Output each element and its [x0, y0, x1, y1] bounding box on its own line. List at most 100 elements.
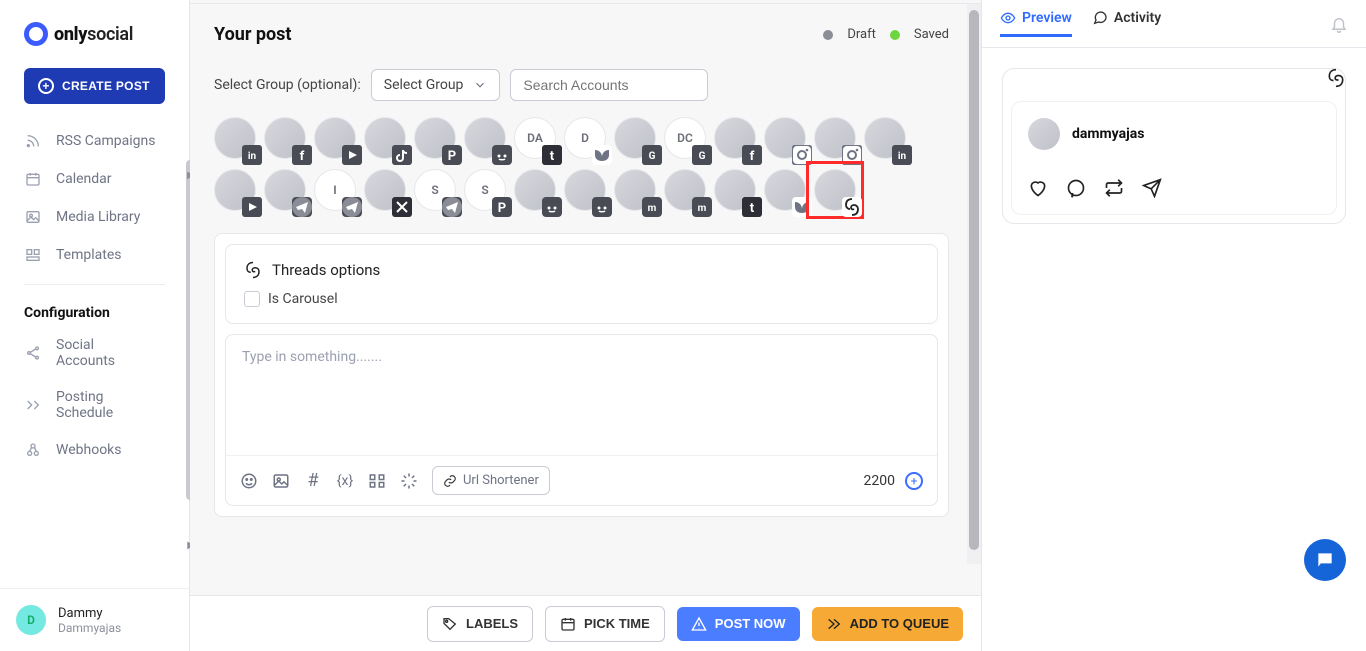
post-now-button[interactable]: POST NOW — [677, 607, 800, 641]
account-avatar[interactable] — [314, 117, 356, 159]
account-avatar[interactable]: S — [414, 169, 456, 211]
in-icon: in — [242, 145, 262, 165]
send-icon[interactable] — [1142, 178, 1162, 198]
account-avatar[interactable]: DCG — [664, 117, 706, 159]
dot-saved-icon — [890, 30, 900, 40]
nav-rss-campaigns[interactable]: RSS Campaigns — [16, 122, 173, 160]
repost-icon[interactable] — [1104, 178, 1124, 198]
svg-text:in: in — [248, 151, 257, 162]
labels-button[interactable]: LABELS — [427, 606, 533, 642]
calendar-small-icon — [560, 616, 576, 632]
brand-logo[interactable]: onlysocial — [0, 0, 189, 64]
account-avatar[interactable]: in — [214, 117, 256, 159]
tb-icon: t — [742, 197, 762, 217]
bell-icon[interactable] — [1330, 15, 1348, 33]
template-icon[interactable] — [368, 472, 386, 490]
nav-templates[interactable]: Templates — [16, 236, 173, 274]
account-avatar[interactable] — [514, 169, 556, 211]
fb-icon: f — [292, 145, 312, 165]
image-icon — [24, 208, 42, 226]
gb-icon: G — [692, 145, 712, 165]
th-icon — [842, 197, 862, 217]
user-profile[interactable]: D Dammy Dammyajas — [0, 588, 189, 651]
post-textarea[interactable]: Type in something....... — [226, 335, 937, 455]
add-to-queue-button[interactable]: ADD TO QUEUE — [812, 607, 963, 641]
tb-icon: t — [542, 145, 562, 165]
sparkle-icon[interactable] — [400, 472, 418, 490]
tab-activity[interactable]: Activity — [1092, 10, 1161, 37]
svg-text:G: G — [649, 151, 656, 162]
preview-actions — [1028, 178, 1320, 198]
yt-icon — [242, 197, 262, 217]
account-avatar[interactable]: m — [664, 169, 706, 211]
dot-draft-icon — [823, 30, 833, 40]
account-avatar[interactable]: m — [614, 169, 656, 211]
plus-icon: + — [38, 78, 54, 94]
fb-icon: f — [742, 145, 762, 165]
gb-icon: G — [642, 145, 662, 165]
account-avatar[interactable] — [214, 169, 256, 211]
tab-preview[interactable]: Preview — [1000, 10, 1072, 37]
add-post-icon[interactable]: + — [905, 472, 923, 490]
create-post-button[interactable]: + CREATE POST — [24, 68, 165, 104]
tg-icon — [292, 197, 312, 217]
pick-time-button[interactable]: PICK TIME — [545, 606, 665, 642]
is-carousel-checkbox[interactable]: Is Carousel — [244, 291, 919, 307]
threads-icon — [244, 261, 262, 279]
account-avatar[interactable] — [814, 169, 856, 211]
help-fab[interactable] — [1304, 539, 1346, 581]
account-avatar[interactable]: f — [714, 117, 756, 159]
variable-icon[interactable]: {x} — [336, 472, 354, 490]
ig-icon — [792, 145, 812, 165]
comment-icon[interactable] — [1066, 178, 1086, 198]
account-avatar[interactable]: I — [314, 169, 356, 211]
svg-text:t: t — [750, 201, 755, 216]
account-avatar[interactable] — [364, 117, 406, 159]
nav-webhooks[interactable]: Webhooks — [16, 431, 173, 469]
account-avatar[interactable] — [264, 169, 306, 211]
nav-posting-schedule[interactable]: Posting Schedule — [16, 379, 173, 431]
checkbox-icon — [244, 291, 260, 307]
image-insert-icon[interactable] — [272, 472, 290, 490]
account-avatar[interactable]: DAt — [514, 117, 556, 159]
url-shortener-button[interactable]: Url Shortener — [432, 466, 550, 495]
nav-calendar[interactable]: Calendar — [16, 160, 173, 198]
account-avatar[interactable] — [764, 117, 806, 159]
templates-icon — [24, 246, 42, 264]
bs-icon — [592, 145, 612, 165]
select-group-button[interactable]: Select Group — [371, 69, 501, 101]
pin-icon: P — [492, 197, 512, 217]
logo-icon — [24, 22, 48, 46]
main-scrollbar-thumb[interactable] — [969, 10, 979, 550]
svg-text:m: m — [698, 203, 707, 214]
emoji-icon[interactable] — [240, 472, 258, 490]
account-avatar[interactable]: in — [864, 117, 906, 159]
search-accounts-input[interactable] — [510, 69, 708, 101]
svg-text:f: f — [300, 149, 305, 164]
account-avatar[interactable]: t — [714, 169, 756, 211]
account-avatar[interactable] — [814, 117, 856, 159]
rd-icon — [592, 197, 612, 217]
account-avatar[interactable]: P — [414, 117, 456, 159]
pin-icon: P — [442, 145, 462, 165]
account-avatar[interactable] — [564, 169, 606, 211]
main-scrollbar-track[interactable] — [967, 4, 981, 564]
heart-icon[interactable] — [1028, 178, 1048, 198]
md-icon: m — [642, 197, 662, 217]
account-avatar[interactable] — [464, 117, 506, 159]
post-status: Draft Saved — [823, 27, 949, 42]
nav-social-accounts[interactable]: Social Accounts — [16, 327, 173, 379]
nav-media-library[interactable]: Media Library — [16, 198, 173, 236]
account-avatar[interactable]: SP — [464, 169, 506, 211]
sidebar: onlysocial + CREATE POST RSS Campaigns C… — [0, 0, 190, 651]
account-avatar[interactable] — [764, 169, 806, 211]
yt-icon — [342, 145, 362, 165]
account-avatar[interactable]: D — [564, 117, 606, 159]
account-avatar[interactable]: f — [264, 117, 306, 159]
account-avatar[interactable]: G — [614, 117, 656, 159]
rss-icon — [24, 132, 42, 150]
hashtag-icon[interactable]: # — [304, 472, 322, 490]
svg-text:f: f — [750, 149, 755, 164]
account-avatar[interactable] — [364, 169, 406, 211]
svg-text:in: in — [898, 151, 907, 162]
